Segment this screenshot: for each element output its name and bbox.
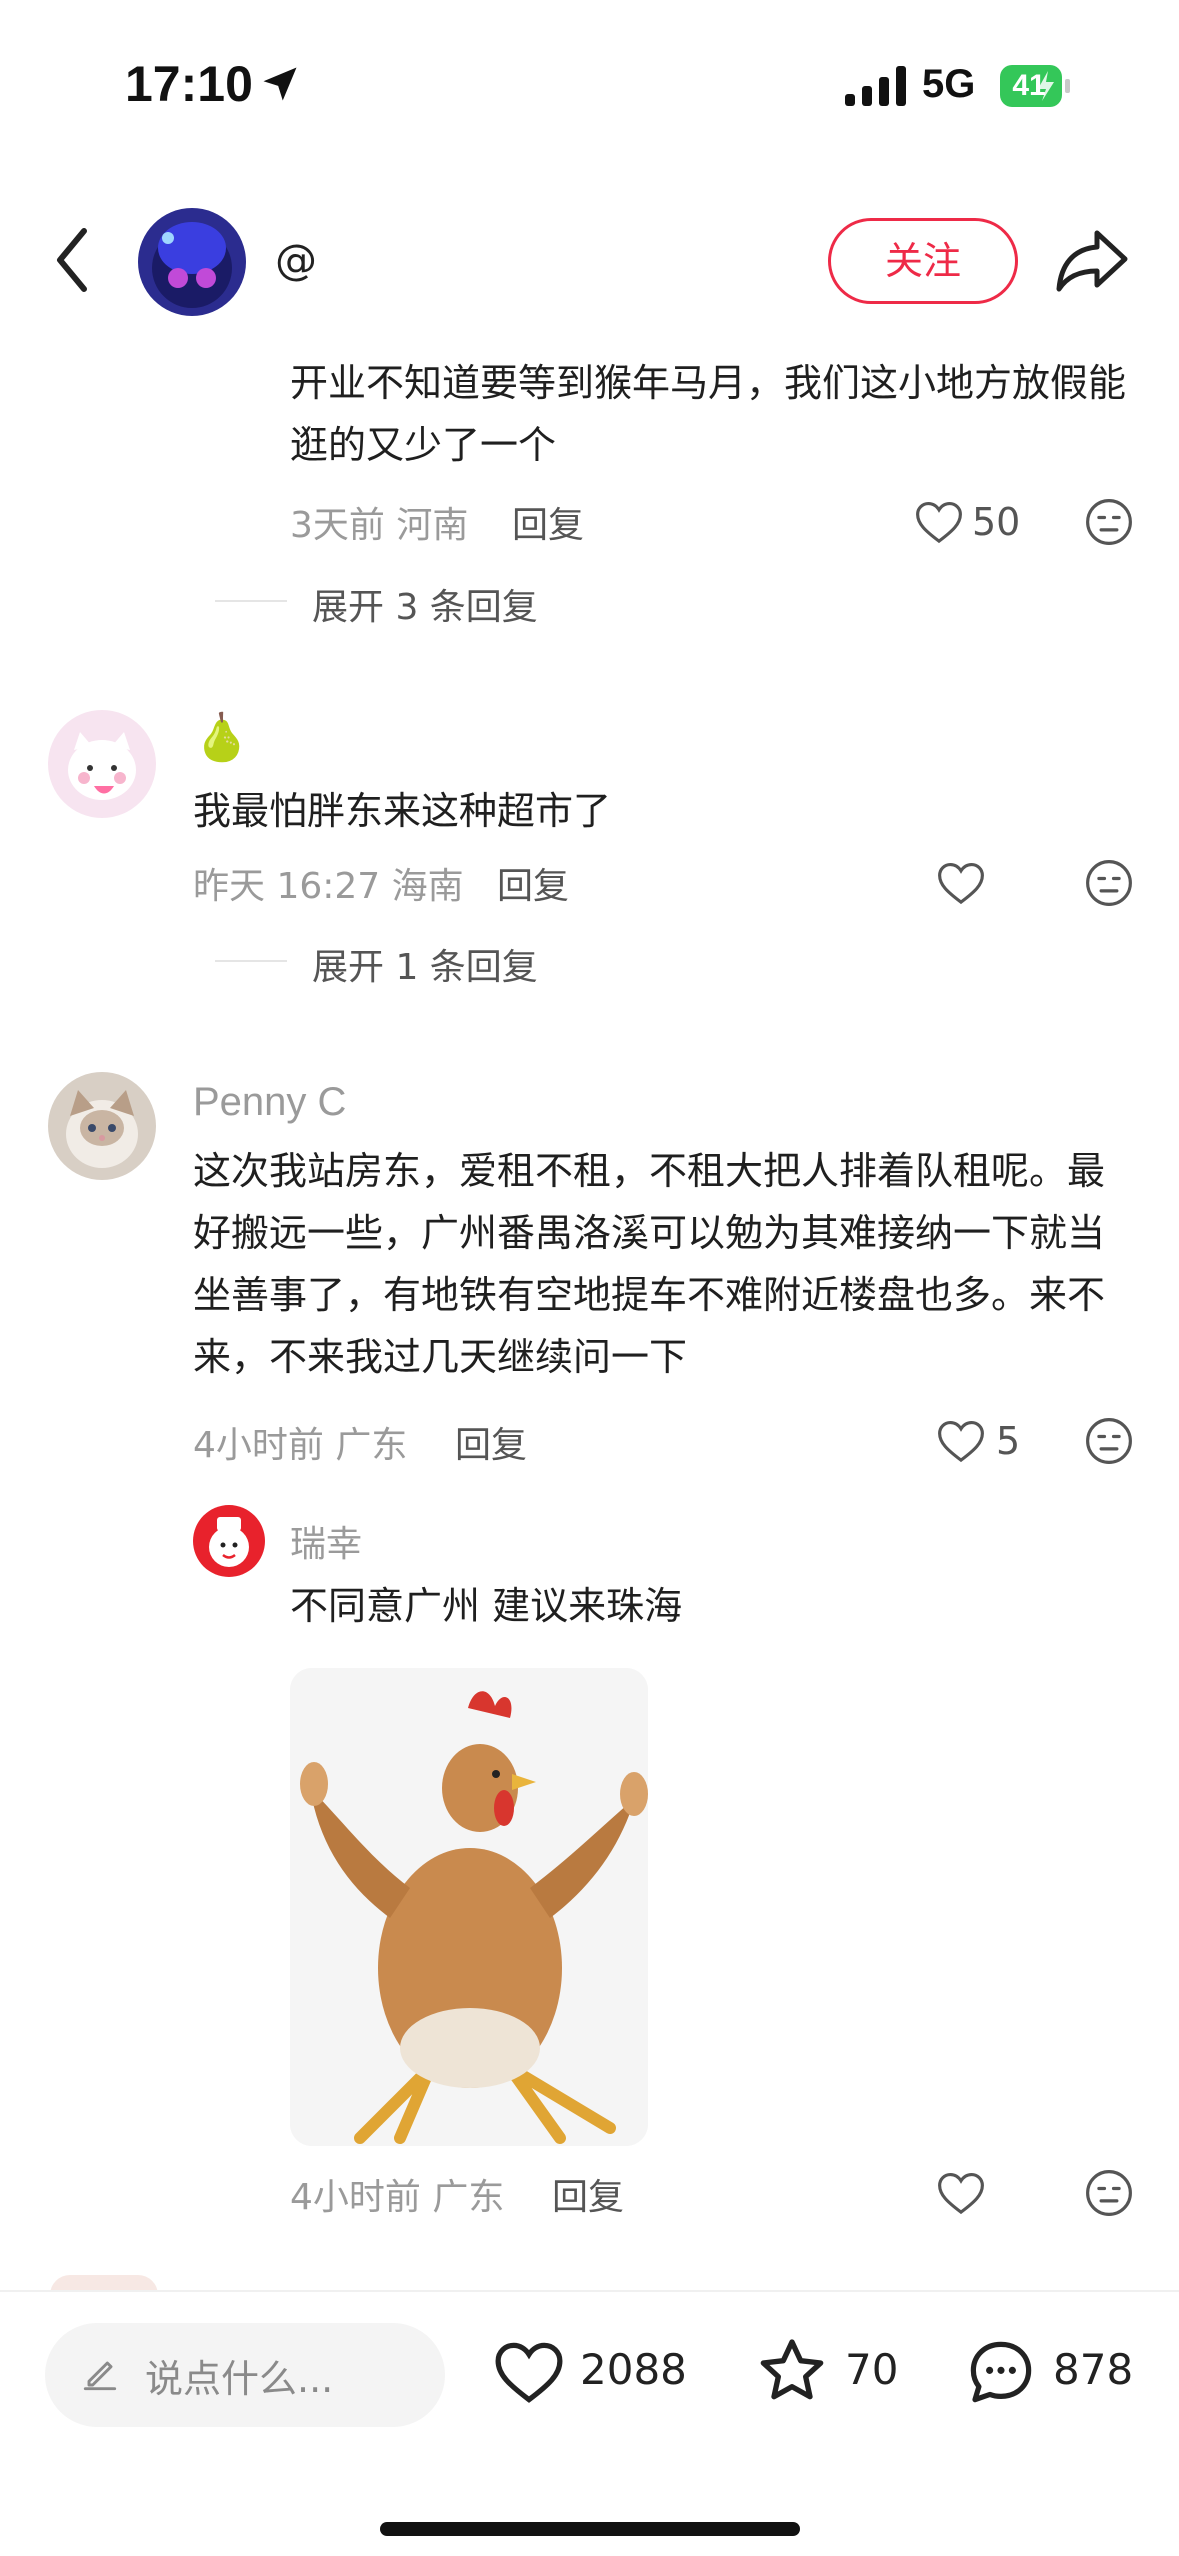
post-comment-count: 878 [1053, 2345, 1134, 2394]
heart-icon[interactable] [934, 1414, 988, 1468]
heart-icon[interactable] [934, 2166, 988, 2220]
star-icon[interactable] [752, 2332, 832, 2412]
dislike-face-icon[interactable] [1082, 495, 1136, 549]
reply-meta: 4小时前 广东 [290, 2177, 505, 2218]
expand-replies-button[interactable]: 展开 1 条回复 [312, 938, 538, 990]
commenter-avatar[interactable] [48, 1072, 156, 1180]
divider [215, 600, 287, 602]
reply-button[interactable]: 回复 [512, 496, 584, 548]
like-count: 5 [996, 1419, 1021, 1463]
share-icon[interactable] [1055, 225, 1129, 295]
reply-name[interactable]: 瑞幸 [290, 1515, 362, 1567]
divider [215, 960, 287, 962]
comment-icon[interactable] [962, 2333, 1040, 2411]
comment-meta: 4小时前 广东 [193, 1425, 408, 1466]
heart-icon[interactable] [912, 495, 966, 549]
reply-button[interactable]: 回复 [455, 1416, 527, 1468]
reply-text: 不同意广州 建议来珠海 [290, 1584, 683, 1628]
commenter-name[interactable]: 🍐 [193, 710, 250, 765]
comment-meta: 3天前 河南 [290, 505, 469, 546]
network-type: 5G [922, 62, 976, 106]
post-star-count: 70 [845, 2345, 899, 2394]
signal-icon [845, 66, 906, 106]
heart-icon[interactable] [934, 856, 988, 910]
reply-button[interactable]: 回复 [552, 2168, 624, 2220]
reply-avatar[interactable] [193, 1505, 265, 1577]
commenter-name[interactable]: Penny C [193, 1080, 346, 1125]
edit-icon [83, 2361, 117, 2391]
status-time: 17:10 [125, 56, 253, 112]
comment-text: 开业不知道要等到猴年马月，我们这小地方放假能逛的又少了一个 [290, 361, 1127, 467]
commenter-avatar[interactable] [48, 710, 156, 818]
dislike-face-icon[interactable] [1082, 2166, 1136, 2220]
dislike-face-icon[interactable] [1082, 1414, 1136, 1468]
author-avatar[interactable] [138, 208, 246, 316]
battery-level: 41 [1012, 69, 1046, 102]
reply-button[interactable]: 回复 [497, 857, 569, 909]
like-count: 50 [972, 500, 1021, 544]
comment-meta: 昨天 16:27 海南 [193, 866, 464, 907]
heart-icon[interactable] [490, 2333, 568, 2411]
back-icon[interactable] [50, 225, 94, 295]
dislike-face-icon[interactable] [1082, 856, 1136, 910]
post-like-count: 2088 [580, 2345, 687, 2394]
expand-replies-button[interactable]: 展开 3 条回复 [312, 578, 538, 630]
author-handle[interactable]: @ [275, 235, 317, 284]
reply-image-chicken[interactable] [290, 1668, 648, 2146]
comment-text: 这次我站房东，爱租不租，不租大把人排着队租呢。最好搬远一些，广州番禺洛溪可以勉为… [193, 1149, 1106, 1379]
comment-input-placeholder[interactable]: 说点什么... [145, 2348, 333, 2403]
home-indicator[interactable] [380, 2522, 800, 2536]
location-arrow-icon [263, 67, 297, 101]
comment-text: 我最怕胖东来这种超市了 [193, 789, 612, 833]
follow-button[interactable]: 关注 [828, 218, 1018, 304]
